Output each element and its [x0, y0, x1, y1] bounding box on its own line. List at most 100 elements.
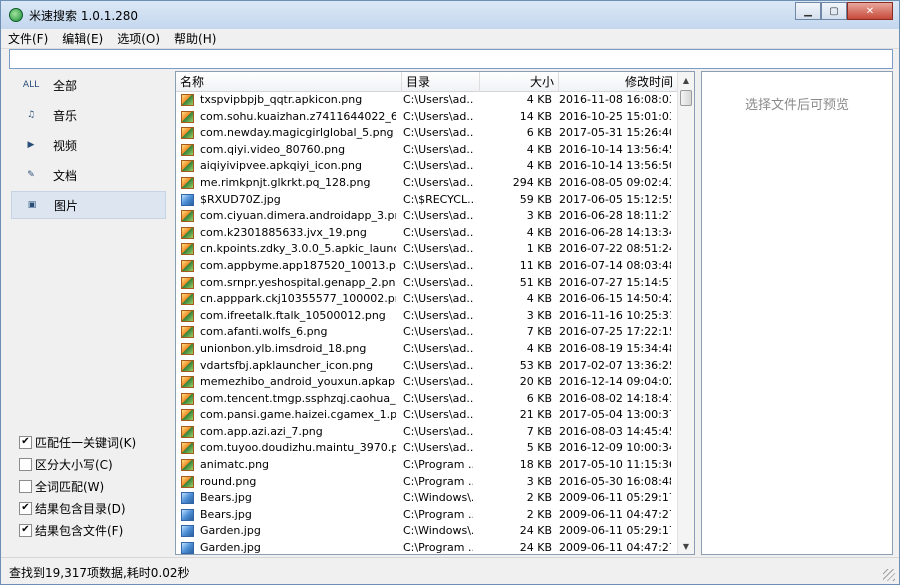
column-header-modified-time[interactable]: 修改时间	[559, 72, 678, 92]
file-modified-time: 2016-08-02 14:18:41	[559, 391, 671, 405]
table-row[interactable]: animatc.png C:\Program ... 18 KB 2017-05-10…	[176, 457, 678, 474]
music-icon: ♫	[26, 110, 36, 120]
table-row[interactable]: cn.kpoints.zdky_3.0.0_5.apkic_launch... C…	[176, 241, 678, 258]
file-size: 4 KB	[526, 93, 552, 106]
table-row[interactable]: com.app.azi.azi_7.png C:\Users\ad... 7 KB 2…	[176, 424, 678, 441]
column-header-size[interactable]: 大小	[480, 72, 559, 92]
checkbox-checked-icon[interactable]: ✔	[19, 501, 32, 515]
option-label: 全词匹配(W)	[35, 479, 105, 494]
file-name: com.tencent.tmgp.ssphzqj.caohua_18...	[200, 391, 396, 405]
file-size: 18 KB	[519, 458, 552, 472]
table-row[interactable]: round.png C:\Program ... 3 KB 2016-05-30 16…	[176, 474, 678, 491]
sidebar-item-picture[interactable]: ▣ 图片	[11, 191, 166, 219]
file-modified-time: 2016-08-19 15:34:48	[559, 341, 671, 355]
option-label: 结果包含目录(D)	[35, 501, 126, 516]
file-name: animatc.png	[200, 458, 270, 472]
search-input[interactable]	[9, 49, 893, 69]
file-modified-time: 2016-06-28 14:13:34	[559, 225, 671, 239]
maximize-button[interactable]: ▢	[821, 2, 847, 20]
image-file-icon	[181, 143, 194, 156]
option-label: 结果包含文件(F)	[35, 523, 124, 538]
table-row[interactable]: cn.apppark.ckj10355577_100002.png C:\User…	[176, 291, 678, 308]
file-directory: C:\Users\ad...	[403, 126, 473, 140]
table-row[interactable]: com.tuyoo.doudizhu.maintu_3970.png C:\Use…	[176, 440, 678, 457]
table-row[interactable]: txspvipbpjb_qqtr.apkicon.png C:\Users\ad.…	[176, 92, 678, 109]
column-header-name[interactable]: 名称	[176, 72, 402, 92]
close-icon: ✕	[865, 5, 875, 17]
checkbox-checked-icon[interactable]: ✔	[19, 523, 32, 537]
table-row[interactable]: com.sohu.kuaizhan.z7411644022_6.png C:\Us…	[176, 109, 678, 126]
all-icon: ALL	[22, 80, 40, 90]
file-name: com.appbyme.app187520_10013.png	[200, 258, 396, 272]
file-modified-time: 2016-12-09 10:00:34	[559, 441, 671, 455]
file-modified-time: 2016-08-05 09:02:43	[559, 175, 671, 189]
table-row[interactable]: unionbon.ylb.imsdroid_18.png C:\Users\ad.…	[176, 341, 678, 358]
sidebar-item-label: 音乐	[53, 108, 78, 123]
image-file-icon	[181, 176, 194, 189]
menu-edit[interactable]: 编辑(E)	[55, 29, 110, 49]
table-row[interactable]: me.rimkpnjt.glkrkt.pq_128.png C:\Users\ad…	[176, 175, 678, 192]
minimize-button[interactable]: ▁	[795, 2, 821, 20]
document-icon: ✎	[27, 170, 35, 180]
checkbox-unchecked-icon[interactable]	[19, 457, 32, 471]
file-rows: txspvipbpjb_qqtr.apkicon.png C:\Users\ad.…	[176, 92, 678, 554]
file-size: 7 KB	[526, 424, 552, 438]
menu-help[interactable]: 帮助(H)	[167, 29, 223, 49]
menu-file[interactable]: 文件(F)	[1, 29, 55, 49]
scroll-down-arrow-icon[interactable]: ▼	[678, 538, 694, 554]
file-directory: C:\Users\ad...	[403, 408, 473, 422]
table-row[interactable]: Garden.jpg C:\Windows\... 24 KB 2009-06-11 …	[176, 523, 678, 540]
table-row[interactable]: com.qiyi.video_80760.png C:\Users\ad... 4 …	[176, 142, 678, 159]
table-row[interactable]: aiqiyivipvee.apkqiyi_icon.png C:\Users\ad…	[176, 158, 678, 175]
scroll-up-arrow-icon[interactable]: ▲	[678, 72, 694, 88]
file-modified-time: 2016-10-14 13:56:45	[559, 142, 671, 156]
table-row[interactable]: com.k2301885633.jvx_19.png C:\Users\ad...…	[176, 225, 678, 242]
resize-grip-icon[interactable]	[883, 569, 895, 581]
option-label: 匹配任一关键词(K)	[35, 435, 137, 450]
table-row[interactable]: Bears.jpg C:\Program ... 2 KB 2009-06-11 04…	[176, 507, 678, 524]
option-checkbox-row[interactable]: ✔ 匹配任一关键词(K)	[19, 433, 136, 451]
video-icon: ▶	[27, 140, 35, 150]
checkbox-checked-icon[interactable]: ✔	[19, 435, 32, 449]
option-checkbox-row[interactable]: 全词匹配(W)	[19, 477, 104, 495]
file-size: 4 KB	[526, 142, 552, 156]
option-checkbox-row[interactable]: ✔ 结果包含目录(D)	[19, 499, 126, 517]
table-row[interactable]: com.pansi.game.haizei.cgamex_1.png C:\Use…	[176, 407, 678, 424]
file-modified-time: 2016-07-22 08:51:24	[559, 242, 671, 256]
table-row[interactable]: com.ifreetalk.ftalk_10500012.png C:\Users…	[176, 308, 678, 325]
menu-options[interactable]: 选项(O)	[110, 29, 167, 49]
title-bar[interactable]: 米速搜索 1.0.1.280 ▁ ▢ ✕	[1, 1, 899, 29]
file-name: Bears.jpg	[200, 507, 252, 521]
vertical-scrollbar[interactable]: ▲ ▼	[677, 72, 694, 554]
table-row[interactable]: memezhibo_android_youxun.apkapp_ic... C:\…	[176, 374, 678, 391]
sidebar-item-label: 全部	[53, 78, 78, 93]
sidebar-item-document[interactable]: ✎ 文档	[11, 161, 166, 189]
preview-placeholder: 选择文件后可预览	[744, 98, 849, 113]
sidebar-item-all[interactable]: ALL 全部	[11, 71, 166, 99]
scroll-thumb[interactable]	[680, 90, 692, 106]
table-row[interactable]: com.ciyuan.dimera.androidapp_3.png C:\Use…	[176, 208, 678, 225]
sidebar-item-video[interactable]: ▶ 视频	[11, 131, 166, 159]
splitter-handle[interactable]	[169, 301, 173, 321]
sidebar-item-music[interactable]: ♫ 音乐	[11, 101, 166, 129]
checkbox-unchecked-icon[interactable]	[19, 479, 32, 493]
file-size: 7 KB	[526, 325, 552, 339]
table-row[interactable]: Garden.jpg C:\Program ... 24 KB 2009-06-11 …	[176, 540, 678, 554]
option-checkbox-row[interactable]: 区分大小写(C)	[19, 455, 113, 473]
table-row[interactable]: vdartsfbj.apklauncher_icon.png C:\Users\a…	[176, 358, 678, 375]
photo-file-icon	[181, 525, 194, 538]
table-row[interactable]: com.tencent.tmgp.ssphzqj.caohua_18... C:\…	[176, 391, 678, 408]
file-size: 1 KB	[526, 242, 552, 256]
table-row[interactable]: com.newday.magicgirlglobal_5.png C:\Users…	[176, 125, 678, 142]
table-row[interactable]: com.srnpr.yeshospital.genapp_2.png C:\Use…	[176, 275, 678, 292]
table-row[interactable]: $RXUD70Z.jpg C:\$RECYCL... 59 KB 2017-06-05…	[176, 192, 678, 209]
menu-bar: 文件(F) 编辑(E) 选项(O) 帮助(H)	[1, 29, 899, 49]
close-button[interactable]: ✕	[847, 2, 893, 20]
table-row[interactable]: Bears.jpg C:\Windows\... 2 KB 2009-06-11 05…	[176, 490, 678, 507]
image-file-icon	[181, 326, 194, 339]
table-row[interactable]: com.appbyme.app187520_10013.png C:\Users\…	[176, 258, 678, 275]
column-header-directory[interactable]: 目录	[402, 72, 480, 92]
file-name: round.png	[200, 474, 257, 488]
option-checkbox-row[interactable]: ✔ 结果包含文件(F)	[19, 521, 123, 539]
table-row[interactable]: com.afanti.wolfs_6.png C:\Users\ad... 7 KB…	[176, 324, 678, 341]
